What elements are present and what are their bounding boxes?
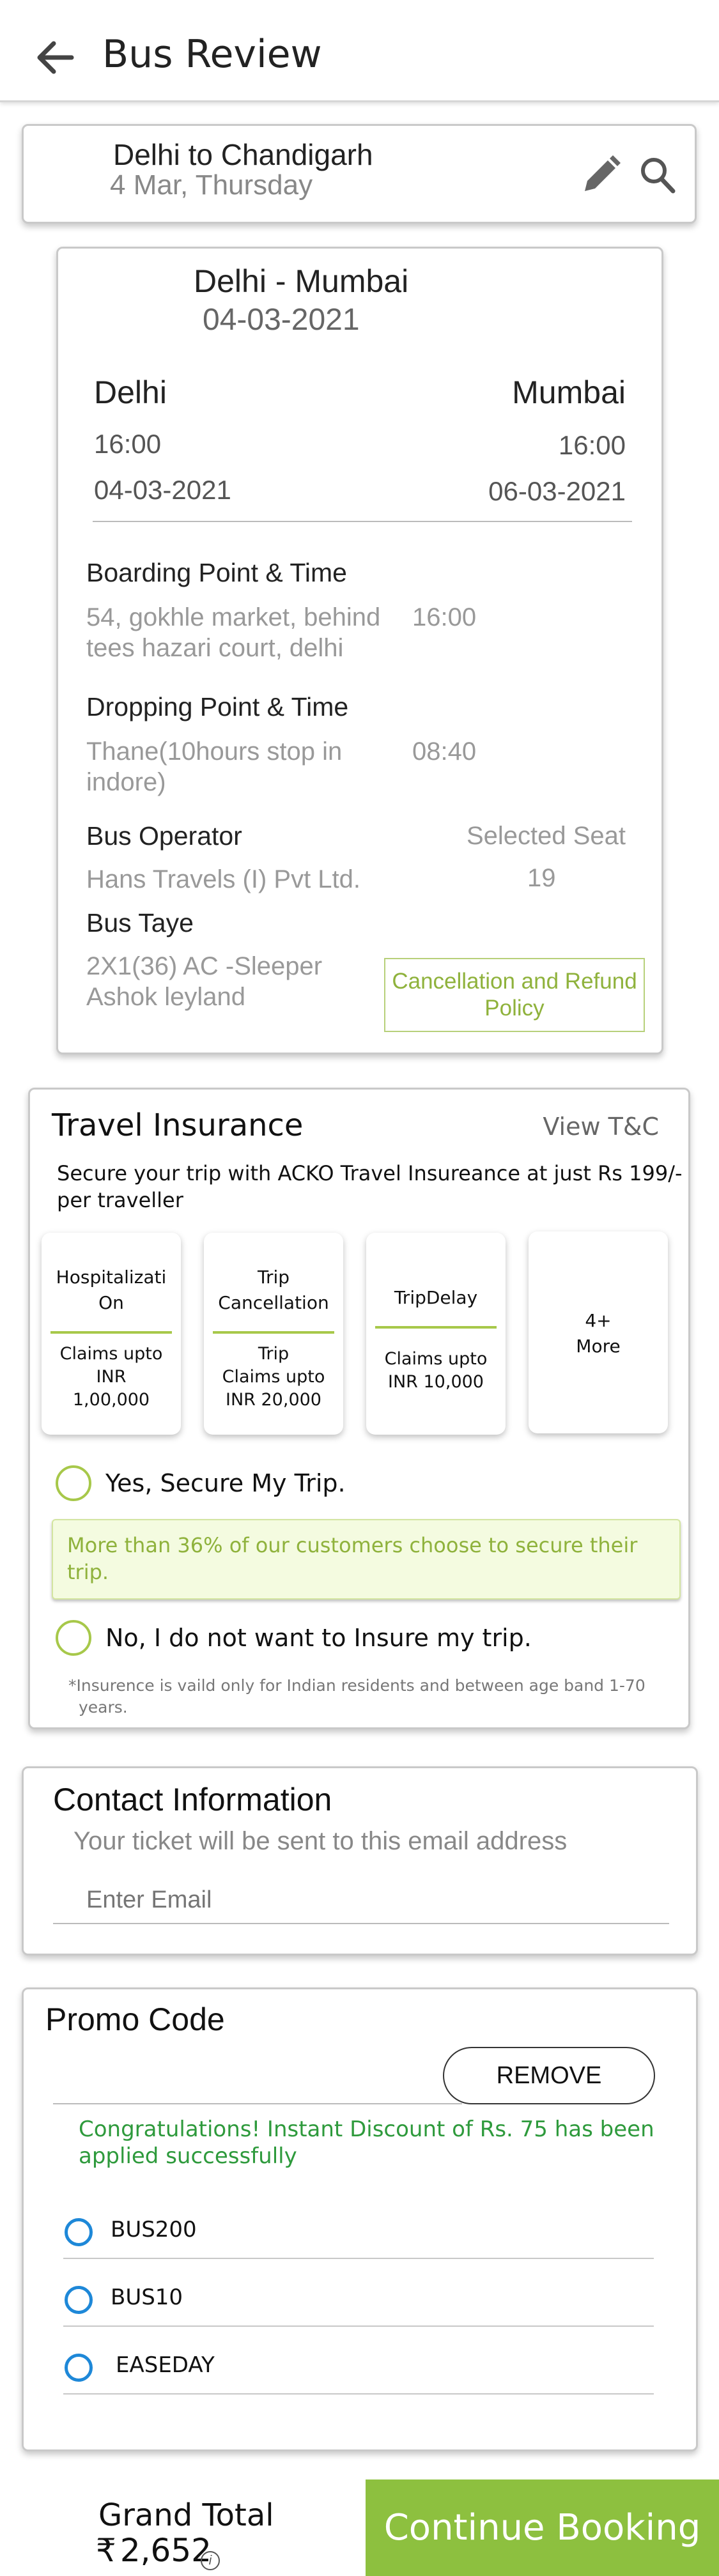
tile-title: Hospitalizati (56, 1267, 167, 1288)
amount-value: 2,652 (120, 2532, 212, 2569)
tile-title: Trip (257, 1267, 290, 1288)
app-header: Bus Review (0, 0, 719, 102)
divider (63, 2325, 654, 2327)
contact-subtitle: Your ticket will be sent to this email a… (73, 1827, 568, 1855)
insurance-desc-line1: Secure your trip with ACKO Travel Insure… (57, 1161, 683, 1185)
departure-date: 04-03-2021 (94, 475, 231, 505)
insurance-title: Travel Insurance (52, 1107, 304, 1143)
dropping-place-line2: indore) (86, 768, 166, 796)
destination-city: Mumbai (512, 374, 626, 410)
boarding-time: 16:00 (412, 603, 477, 631)
search-route: Delhi to Chandigarh (113, 138, 373, 171)
promo-code-input[interactable] (53, 2060, 462, 2104)
seat-value: 19 (527, 864, 556, 892)
promo-code-bus10[interactable]: BUS10 (111, 2285, 183, 2310)
view-tnc-link[interactable]: View T&C (543, 1113, 659, 1141)
coverage-tile-more[interactable]: 4+ More (529, 1231, 668, 1433)
bus-type-line2: Ashok leyland (86, 983, 246, 1011)
grand-total-amount: ₹2,652 (96, 2532, 212, 2569)
travel-insurance-card: Travel Insurance View T&C Secure your tr… (28, 1088, 690, 1729)
journey-date: 04-03-2021 (203, 303, 360, 337)
cancellation-policy-button[interactable]: Cancellation and Refund Policy (384, 958, 645, 1032)
pencil-icon[interactable] (580, 153, 623, 196)
journey-route: Delhi - Mumbai (194, 263, 409, 299)
tile-title: More (576, 1336, 621, 1357)
insure-no-label: No, I do not want to Insure my trip. (105, 1624, 532, 1652)
boarding-label: Boarding Point & Time (86, 558, 347, 587)
tile-title: TripDelay (394, 1287, 478, 1308)
insure-yes-radio[interactable] (56, 1465, 91, 1501)
arrival-date: 06-03-2021 (488, 476, 626, 506)
policy-label-line2: Policy (484, 996, 545, 1021)
dropping-place-line1: Thane(10hours stop in (86, 737, 343, 766)
bus-type-line1: 2X1(36) AC -Sleeper (86, 952, 323, 980)
insure-no-radio[interactable] (56, 1620, 91, 1656)
insurance-footnote-line1: *Insurence is vaild only for Indian resi… (68, 1676, 646, 1695)
tile-title: 4+ (585, 1310, 612, 1331)
promo-success-message: Congratulations! Instant Discount of Rs.… (79, 2116, 654, 2170)
promo-radio-easeday[interactable] (65, 2354, 93, 2382)
insurance-desc-line2: per traveller (57, 1188, 183, 1212)
continue-booking-button[interactable]: Continue Booking (366, 2480, 719, 2576)
contact-info-card: Contact Information Your ticket will be … (22, 1766, 698, 1955)
tile-claim: Claims upto (222, 1367, 325, 1387)
tile-divider (375, 1326, 497, 1329)
coverage-tile-trip-cancellation[interactable]: Trip Cancellation Trip Claims upto INR 20,0… (204, 1233, 343, 1435)
insurance-stat-note: More than 36% of our customers choose to… (52, 1519, 681, 1600)
promo-success-line2: applied successfully (79, 2143, 297, 2169)
note-line2: trip. (67, 1560, 109, 1584)
promo-code-card: Promo Code REMOVE Congratulations! Insta… (22, 1987, 698, 2451)
tile-title: On (98, 1292, 124, 1313)
contact-title: Contact Information (53, 1782, 332, 1817)
info-icon[interactable]: i (201, 2551, 220, 2570)
bus-type-label: Bus Taye (86, 908, 194, 937)
divider (93, 521, 632, 522)
operator-label: Bus Operator (86, 821, 242, 851)
dropping-time: 08:40 (412, 737, 477, 766)
coverage-tile-trip-delay[interactable]: TripDelay Claims upto INR 10,000 (366, 1233, 506, 1435)
tile-claim: Trip (258, 1344, 290, 1364)
search-date: 4 Mar, Thursday (110, 169, 313, 201)
departure-time: 16:00 (94, 429, 162, 459)
operator-value: Hans Travels (I) Pvt Ltd. (86, 865, 361, 893)
coverage-tile-hospitalization[interactable]: Hospitalizati On Claims upto INR 1,00,000 (42, 1233, 181, 1435)
email-input[interactable] (53, 1877, 669, 1924)
tile-claim: Claims upto (384, 1349, 488, 1369)
seat-label: Selected Seat (466, 822, 626, 850)
page-title: Bus Review (102, 32, 322, 77)
policy-label-line1: Cancellation and Refund (392, 969, 637, 994)
tile-claim: INR 10,000 (388, 1372, 484, 1392)
tile-divider (50, 1331, 172, 1334)
search-summary-card: Delhi to Chandigarh 4 Mar, Thursday (22, 124, 697, 224)
journey-details-card: Delhi - Mumbai 04-03-2021 Delhi Mumbai 1… (56, 247, 663, 1054)
tile-divider (213, 1331, 334, 1334)
insure-yes-label: Yes, Secure My Trip. (105, 1469, 346, 1497)
note-line1: More than 36% of our customers choose to… (67, 1533, 638, 1557)
currency-symbol: ₹ (96, 2532, 116, 2569)
boarding-place-line1: 54, gokhle market, behind (86, 603, 381, 631)
insurance-footnote-line2: years. (79, 1698, 128, 1716)
dropping-label: Dropping Point & Time (86, 692, 349, 721)
tile-title: Cancellation (218, 1292, 329, 1313)
arrow-left-icon[interactable] (32, 33, 81, 82)
divider (63, 2258, 654, 2259)
booking-footer: Grand Total ₹2,652 i Continue Booking (0, 2480, 719, 2576)
tile-claim: INR 20,000 (226, 1390, 321, 1410)
divider (63, 2393, 654, 2395)
origin-city: Delhi (94, 374, 167, 410)
tile-claim: 1,00,000 (72, 1390, 150, 1410)
boarding-place-line2: tees hazari court, delhi (86, 634, 344, 662)
tile-claim: Claims upto (59, 1344, 163, 1364)
promo-title: Promo Code (45, 2001, 225, 2037)
promo-radio-bus200[interactable] (65, 2218, 93, 2246)
promo-success-line1: Congratulations! Instant Discount of Rs.… (79, 2117, 654, 2142)
remove-promo-button[interactable]: REMOVE (443, 2047, 655, 2104)
search-icon[interactable] (637, 153, 678, 196)
promo-code-bus200[interactable]: BUS200 (111, 2217, 197, 2242)
grand-total-label: Grand Total (98, 2497, 274, 2533)
tile-claim: INR (96, 1367, 127, 1387)
promo-radio-bus10[interactable] (65, 2286, 93, 2314)
promo-code-easeday[interactable]: EASEDAY (116, 2352, 215, 2378)
arrival-time: 16:00 (558, 430, 626, 460)
